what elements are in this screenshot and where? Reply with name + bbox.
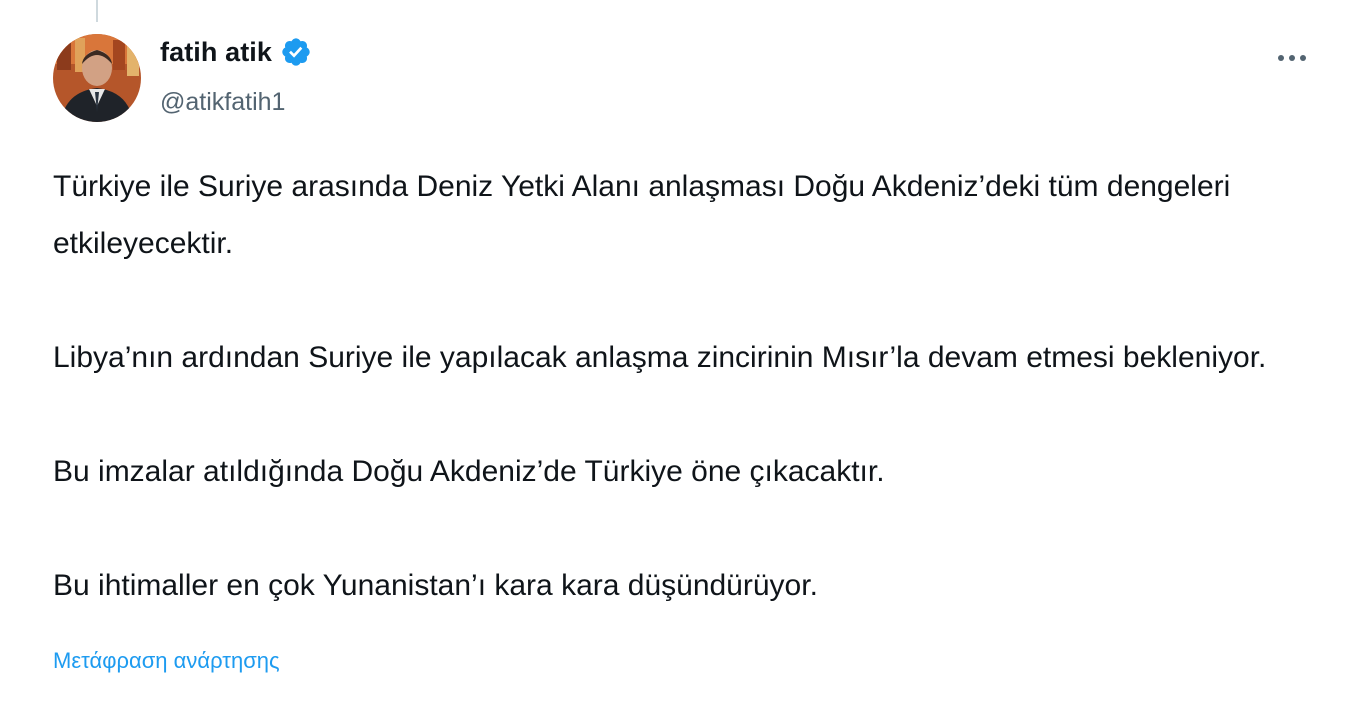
translate-post-link[interactable]: Μετάφραση ανάρτησης — [53, 648, 280, 674]
more-options-button[interactable] — [1268, 40, 1316, 76]
tweet-paragraph: Bu ihtimaller en çok Yunanistan’ı kara k… — [53, 569, 818, 602]
author-name-row: fatih atik — [160, 36, 312, 68]
thread-connector-line — [96, 0, 98, 22]
verified-badge-icon — [280, 36, 312, 68]
tweet-paragraph: Türkiye ile Suriye arasında Deniz Yetki … — [53, 170, 1231, 260]
tweet-paragraph: Libya’nın ardından Suriye ile yapılacak … — [53, 341, 1267, 374]
author-handle[interactable]: @atikfatih1 — [160, 88, 285, 117]
tweet-paragraph: Bu imzalar atıldığında Doğu Akdeniz’de T… — [53, 455, 885, 488]
more-horizontal-icon — [1278, 55, 1306, 61]
avatar[interactable] — [53, 34, 141, 122]
avatar-image — [53, 34, 141, 122]
author-display-name[interactable]: fatih atik — [160, 37, 272, 68]
tweet-text: Türkiye ile Suriye arasında Deniz Yetki … — [53, 158, 1333, 614]
